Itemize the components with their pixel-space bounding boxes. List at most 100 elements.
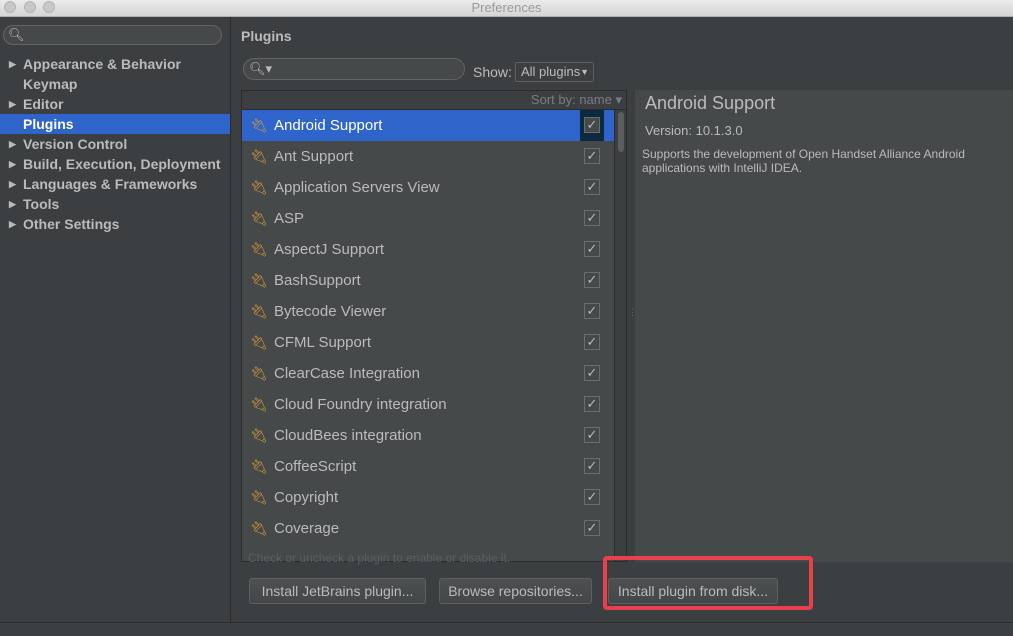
plugin-name: Coverage	[274, 520, 340, 537]
sidebar-item-label: Tools	[23, 196, 60, 212]
plugin-enabled-checkbox[interactable]: ✓	[584, 365, 600, 381]
plugin-enabled-checkbox[interactable]: ✓	[584, 458, 600, 474]
sidebar-item-label: Appearance & Behavior	[23, 56, 181, 72]
plugin-row[interactable]: 🔌︎ CoffeeScript ✓	[242, 451, 614, 482]
sidebar-item[interactable]: ▶ Version Control	[0, 134, 230, 154]
expand-arrow-icon[interactable]: ▶	[9, 154, 16, 174]
plugin-icon: 🔌︎	[250, 365, 268, 381]
plugin-icon: 🔌︎	[250, 148, 268, 164]
plugin-enabled-checkbox[interactable]: ✓	[584, 241, 600, 257]
plugin-enabled-checkbox[interactable]: ✓	[584, 334, 600, 350]
scrollbar-thumb[interactable]	[618, 112, 624, 152]
plugin-row[interactable]: 🔌︎ Ant Support ✓	[242, 141, 614, 172]
plugin-icon: 🔌︎	[250, 520, 268, 536]
plugin-row[interactable]: 🔌︎ BashSupport ✓	[242, 265, 614, 296]
plugin-name: ASP	[274, 210, 305, 227]
plugin-name: Android Support	[274, 117, 383, 134]
plugin-list-scrollbar[interactable]	[614, 110, 626, 561]
plugin-enabled-checkbox[interactable]: ✓	[584, 148, 600, 164]
plugin-enabled-checkbox[interactable]: ✓	[584, 396, 600, 412]
sidebar-item[interactable]: ▶ Editor	[0, 94, 230, 114]
sidebar-item-label: Other Settings	[23, 216, 120, 232]
plugin-row[interactable]: 🔌︎ CFML Support ✓	[242, 327, 614, 358]
plugin-row[interactable]: 🔌︎ Application Servers View ✓	[242, 172, 614, 203]
sidebar-item[interactable]: ▶ Appearance & Behavior	[0, 54, 230, 74]
sidebar-item[interactable]: Keymap	[0, 74, 230, 94]
settings-search-input[interactable]: 🔍︎	[3, 25, 222, 45]
settings-tree: ▶ Appearance & Behavior Keymap ▶ Editor Plugi…	[0, 54, 230, 234]
browse-repositories-button[interactable]: Browse repositories...	[439, 578, 592, 604]
plugin-row[interactable]: 🔌︎ Copyright ✓	[242, 482, 614, 513]
expand-arrow-icon[interactable]: ▶	[9, 94, 16, 114]
plugin-enabled-checkbox[interactable]: ✓	[584, 117, 600, 133]
plugin-enabled-checkbox[interactable]: ✓	[584, 427, 600, 443]
plugins-page: Plugins 🔍︎▾ Show: All plugins ▼ Sort by:…	[231, 17, 1013, 622]
plugin-rows: 🔌︎ Android Support ✓ 🔌︎ Ant Support ✓ 🔌︎ Applic…	[242, 110, 614, 544]
highlight-box	[603, 556, 813, 610]
plugin-row[interactable]: 🔌︎ Android Support ✓	[242, 110, 614, 141]
window-title: Preferences	[471, 0, 542, 15]
sidebar-item[interactable]: ▶ Build, Execution, Deployment	[0, 154, 230, 174]
show-filter-select[interactable]: All plugins ▼	[515, 62, 594, 82]
dialog-bottom-bar	[0, 622, 1013, 636]
plugin-name: Bytecode Viewer	[274, 303, 387, 320]
page-title: Plugins	[241, 28, 292, 44]
plugin-row[interactable]: 🔌︎ ASP ✓	[242, 203, 614, 234]
window-titlebar: Preferences	[0, 0, 1013, 17]
plugin-enabled-checkbox[interactable]: ✓	[584, 210, 600, 226]
sidebar-item-label: Version Control	[23, 136, 128, 152]
sort-by-label[interactable]: Sort by: name ▾	[531, 92, 622, 108]
sidebar-item-label: Editor	[23, 96, 64, 112]
plugin-enabled-checkbox[interactable]: ✓	[584, 179, 600, 195]
plugin-row[interactable]: 🔌︎ Cloud Foundry integration ✓	[242, 389, 614, 420]
plugin-row[interactable]: 🔌︎ ClearCase Integration ✓	[242, 358, 614, 389]
install-jetbrains-plugin-button[interactable]: Install JetBrains plugin...	[249, 578, 426, 604]
plugin-name: Ant Support	[274, 148, 354, 165]
sidebar-item-label: Plugins	[23, 116, 74, 132]
plugin-row[interactable]: 🔌︎ Coverage ✓	[242, 513, 614, 544]
plugin-search-input[interactable]: 🔍︎▾	[243, 58, 465, 80]
plugin-details-description: Supports the development of Open Handset…	[642, 147, 965, 175]
sidebar-item-label: Keymap	[23, 76, 78, 92]
sort-header[interactable]: Sort by: name ▾	[242, 91, 626, 110]
plugin-name: CoffeeScript	[274, 458, 357, 475]
plugin-icon: 🔌︎	[250, 179, 268, 195]
show-filter-value: All plugins	[521, 64, 581, 79]
plugin-name: CloudBees integration	[274, 427, 422, 444]
plugin-row[interactable]: 🔌︎ Bytecode Viewer ✓	[242, 296, 614, 327]
plugin-details-version: Version: 10.1.3.0	[645, 123, 743, 138]
plugin-icon: 🔌︎	[250, 334, 268, 350]
chevron-down-icon: ▼	[580, 67, 589, 77]
plugin-enabled-checkbox[interactable]: ✓	[584, 520, 600, 536]
plugin-icon: 🔌︎	[250, 272, 268, 288]
sidebar-item[interactable]: ▶ Other Settings	[0, 214, 230, 234]
plugin-details-title: Android Support	[645, 93, 776, 113]
sidebar-item-label: Languages & Frameworks	[23, 176, 198, 192]
plugin-icon: 🔌︎	[250, 489, 268, 505]
plugin-enabled-checkbox[interactable]: ✓	[584, 272, 600, 288]
plugin-icon: 🔌︎	[250, 210, 268, 226]
plugin-icon: 🔌︎	[250, 241, 268, 257]
search-icon: 🔍︎▾	[249, 61, 273, 76]
plugin-icon: 🔌︎	[250, 303, 268, 319]
sidebar-item[interactable]: ▶ Languages & Frameworks	[0, 174, 230, 194]
plugin-icon: 🔌︎	[250, 458, 268, 474]
plugin-row[interactable]: 🔌︎ AspectJ Support ✓	[242, 234, 614, 265]
expand-arrow-icon[interactable]: ▶	[9, 214, 16, 234]
plugin-details-panel: Android Support Version: 10.1.3.0 Suppor…	[635, 90, 1013, 562]
expand-arrow-icon[interactable]: ▶	[9, 54, 16, 74]
enable-disable-hint: Check or uncheck a plugin to enable or d…	[248, 551, 511, 565]
plugin-name: Cloud Foundry integration	[274, 396, 447, 413]
sidebar-item[interactable]: ▶ Tools	[0, 194, 230, 214]
sidebar-item-label: Build, Execution, Deployment	[23, 156, 221, 172]
plugin-icon: 🔌︎	[250, 117, 268, 133]
sidebar-item[interactable]: Plugins	[0, 114, 230, 134]
plugin-name: BashSupport	[274, 272, 361, 289]
plugin-enabled-checkbox[interactable]: ✓	[584, 489, 600, 505]
expand-arrow-icon[interactable]: ▶	[9, 174, 16, 194]
plugin-name: CFML Support	[274, 334, 371, 351]
plugin-row[interactable]: 🔌︎ CloudBees integration ✓	[242, 420, 614, 451]
expand-arrow-icon[interactable]: ▶	[9, 194, 16, 214]
plugin-enabled-checkbox[interactable]: ✓	[584, 303, 600, 319]
expand-arrow-icon[interactable]: ▶	[9, 134, 16, 154]
